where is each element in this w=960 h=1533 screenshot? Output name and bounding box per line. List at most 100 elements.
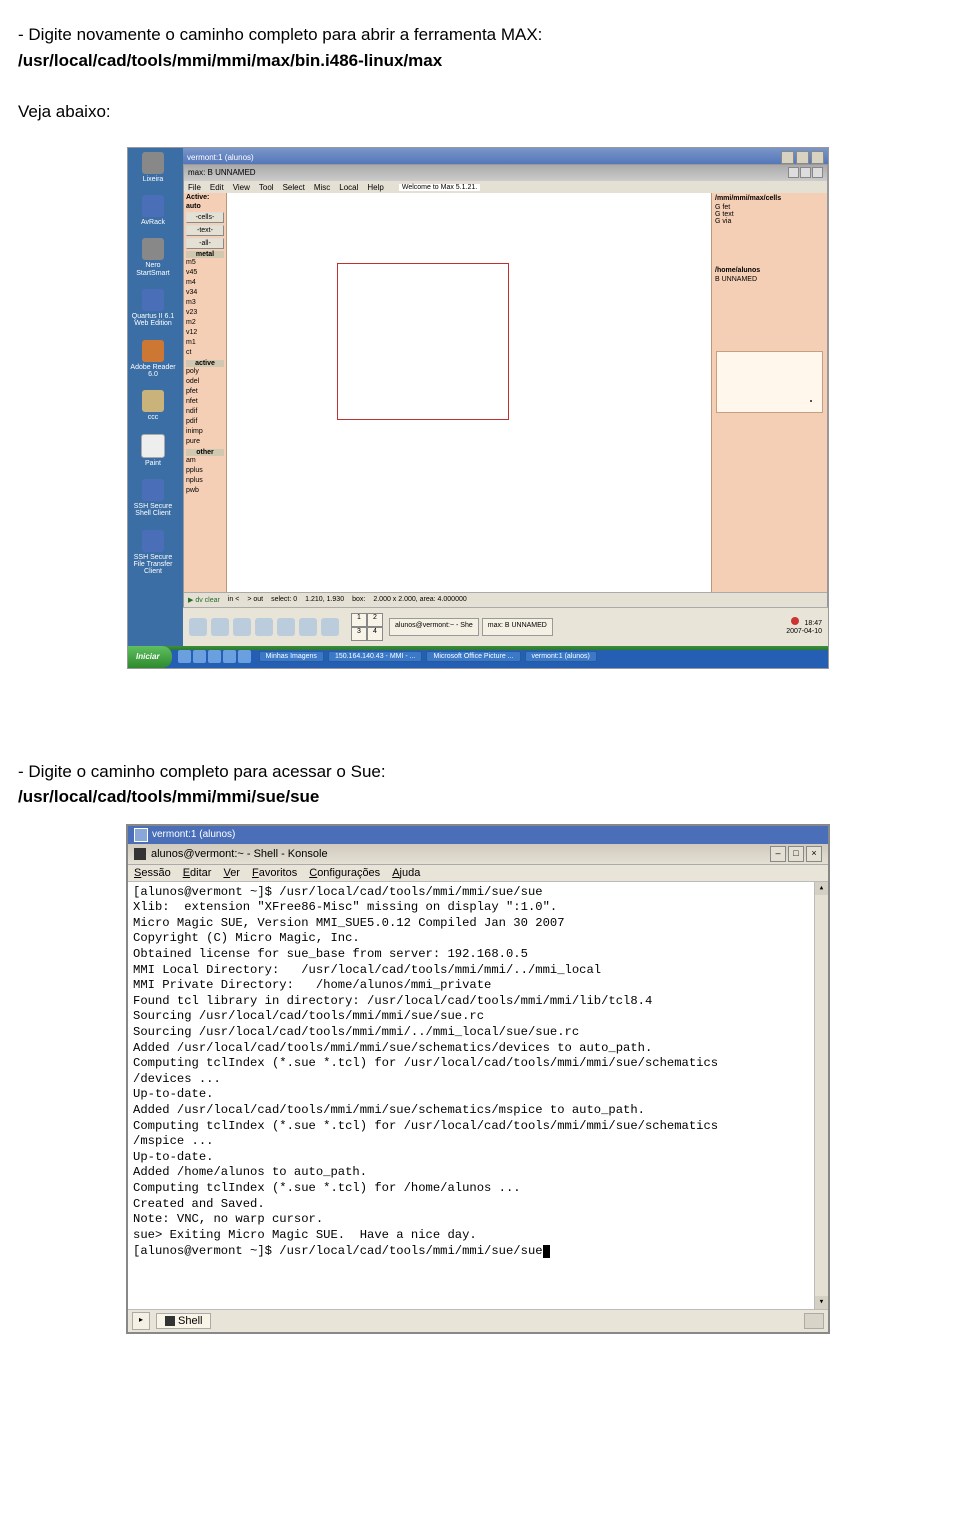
layer-button[interactable]: -all-: [186, 238, 224, 249]
konsole-menu-configurações[interactable]: Configurações: [309, 867, 380, 879]
layer-item[interactable]: nfet: [184, 398, 226, 408]
kde-task-shell[interactable]: alunos@vermont:~ - She: [389, 618, 479, 636]
cell-item[interactable]: G text: [712, 211, 827, 218]
taskbar-item[interactable]: Microsoft Office Picture ...: [426, 651, 520, 662]
kde-tray-icon[interactable]: [791, 617, 799, 625]
minimize-button[interactable]: [781, 151, 794, 164]
layer-item[interactable]: v23: [184, 309, 226, 319]
ql-icon[interactable]: [178, 650, 191, 663]
desktop-icon[interactable]: SSH Secure File Transfer Client: [130, 530, 176, 576]
layout-canvas[interactable]: [227, 193, 711, 593]
close-button[interactable]: [811, 151, 824, 164]
pager-4[interactable]: 4: [367, 627, 383, 641]
scroll-up-icon[interactable]: ▴: [815, 882, 828, 895]
layer-item[interactable]: poly: [184, 368, 226, 378]
menu-tool[interactable]: Tool: [259, 183, 274, 192]
layer-item[interactable]: ndif: [184, 408, 226, 418]
desktop-icon[interactable]: Quartus II 6.1 Web Edition: [130, 289, 176, 328]
mail-icon[interactable]: [277, 618, 295, 636]
konsole-menu-sessão[interactable]: Sessão: [134, 867, 171, 879]
desktop-icon[interactable]: Lixeira: [130, 152, 176, 183]
layer-item[interactable]: pwb: [184, 487, 226, 497]
pager-2[interactable]: 2: [367, 613, 383, 627]
scrollbar[interactable]: ▴ ▾: [814, 882, 828, 1309]
desktop-icon[interactable]: AvRack: [130, 195, 176, 226]
help-icon[interactable]: [299, 618, 317, 636]
ql-icon[interactable]: [223, 650, 236, 663]
close-button[interactable]: ×: [806, 846, 822, 862]
minimize-button[interactable]: –: [770, 846, 786, 862]
layer-group: metal: [186, 251, 224, 258]
shell-tab[interactable]: Shell: [156, 1313, 211, 1329]
terminal-output[interactable]: [alunos@vermont ~]$ /usr/local/cad/tools…: [128, 882, 828, 1309]
taskbar-item[interactable]: vermont:1 (alunos): [525, 651, 597, 662]
layer-item[interactable]: pure: [184, 438, 226, 448]
layer-item[interactable]: pdif: [184, 418, 226, 428]
pager-1[interactable]: 1: [351, 613, 367, 627]
panel-header: auto: [184, 202, 226, 211]
ql-icon[interactable]: [238, 650, 251, 663]
layer-item[interactable]: nplus: [184, 477, 226, 487]
home-icon[interactable]: [211, 618, 229, 636]
kde-pager[interactable]: 12 34: [351, 613, 383, 641]
layer-item[interactable]: v34: [184, 289, 226, 299]
layer-item[interactable]: v12: [184, 329, 226, 339]
kde-task-max[interactable]: max: B UNNAMED: [482, 618, 553, 636]
browser-icon[interactable]: [255, 618, 273, 636]
layer-button[interactable]: -cells-: [186, 212, 224, 223]
desktop-icon[interactable]: Adobe Reader 6.0: [130, 340, 176, 379]
taskbar-item[interactable]: Minhas Imagens: [259, 651, 324, 662]
taskbar-item[interactable]: 150.164.140.43 - MMI - ...: [328, 651, 423, 662]
menu-file[interactable]: File: [188, 183, 201, 192]
layer-item[interactable]: ct: [184, 349, 226, 359]
layer-item[interactable]: m2: [184, 319, 226, 329]
scroll-down-icon[interactable]: ▾: [815, 1296, 828, 1309]
menu-help[interactable]: Help: [367, 183, 383, 192]
maximize-icon[interactable]: [800, 167, 811, 178]
layer-item[interactable]: inimp: [184, 428, 226, 438]
konsole-menu-favoritos[interactable]: Favoritos: [252, 867, 297, 879]
maximize-button[interactable]: □: [788, 846, 804, 862]
layer-item[interactable]: m4: [184, 279, 226, 289]
kde-quicklaunch: [183, 618, 345, 636]
max-application-window: max: B UNNAMED FileEditViewToolSelectMis…: [183, 164, 828, 608]
layer-item[interactable]: m3: [184, 299, 226, 309]
minimize-icon[interactable]: [788, 167, 799, 178]
layer-item[interactable]: pplus: [184, 467, 226, 477]
layer-item[interactable]: v45: [184, 269, 226, 279]
pager-3[interactable]: 3: [351, 627, 367, 641]
layer-item[interactable]: m1: [184, 339, 226, 349]
start-button[interactable]: Iniciar: [128, 646, 172, 668]
konsole-menu-editar[interactable]: Editar: [183, 867, 212, 879]
menu-select[interactable]: Select: [283, 183, 305, 192]
menu-view[interactable]: View: [233, 183, 250, 192]
unnamed-cell[interactable]: B UNNAMED: [712, 276, 827, 283]
konsole-menu-ajuda[interactable]: Ajuda: [392, 867, 420, 879]
minimap[interactable]: [716, 351, 823, 413]
menu-local[interactable]: Local: [339, 183, 358, 192]
layer-item[interactable]: m5: [184, 259, 226, 269]
new-tab-button[interactable]: ▸: [132, 1312, 150, 1330]
tabbar-handle[interactable]: [804, 1313, 824, 1329]
ql-icon[interactable]: [208, 650, 221, 663]
konsole-menu-ver[interactable]: Ver: [223, 867, 240, 879]
menu-edit[interactable]: Edit: [210, 183, 224, 192]
kmenu-icon[interactable]: [189, 618, 207, 636]
cell-item[interactable]: G via: [712, 218, 827, 225]
ql-icon[interactable]: [193, 650, 206, 663]
desktop-icon[interactable]: SSH Secure Shell Client: [130, 479, 176, 518]
desktop-icon[interactable]: Nero StartSmart: [130, 238, 176, 277]
konsole-icon[interactable]: [233, 618, 251, 636]
vnc-title-bar-2: vermont:1 (alunos): [128, 826, 828, 844]
layer-item[interactable]: odel: [184, 378, 226, 388]
close-icon[interactable]: [812, 167, 823, 178]
editor-icon[interactable]: [321, 618, 339, 636]
layer-item[interactable]: am: [184, 457, 226, 467]
menu-misc[interactable]: Misc: [314, 183, 330, 192]
maximize-button[interactable]: [796, 151, 809, 164]
desktop-icon[interactable]: ccc: [130, 390, 176, 421]
cell-item[interactable]: G fet: [712, 204, 827, 211]
layer-button[interactable]: -text-: [186, 225, 224, 236]
layer-item[interactable]: pfet: [184, 388, 226, 398]
desktop-icon[interactable]: Paint: [130, 434, 176, 467]
